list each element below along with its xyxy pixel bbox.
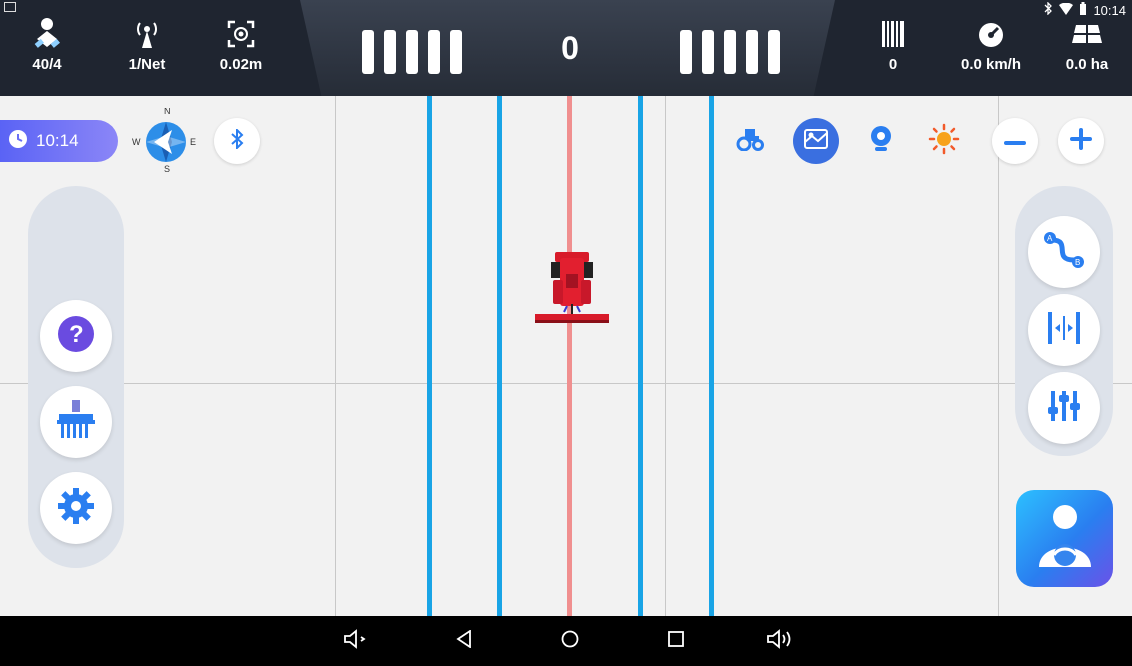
volume-up-button[interactable] bbox=[760, 626, 800, 656]
offset-value: 0 bbox=[561, 30, 579, 66]
network-status: 1/Net bbox=[128, 56, 166, 73]
brightness-button[interactable] bbox=[923, 120, 965, 162]
barcode-icon bbox=[858, 14, 928, 54]
compass-e: E bbox=[190, 137, 196, 147]
right-deviation-bars bbox=[680, 30, 780, 74]
settings-icon bbox=[57, 487, 95, 530]
implement-icon bbox=[55, 399, 97, 445]
satellite-icon bbox=[12, 14, 82, 54]
guidance-line bbox=[709, 96, 714, 616]
left-deviation-bars bbox=[362, 30, 462, 74]
volume-down-icon bbox=[343, 628, 369, 654]
line-shift-icon bbox=[1046, 311, 1082, 349]
svg-text:?: ? bbox=[69, 321, 84, 348]
bluetooth-button[interactable] bbox=[214, 118, 260, 164]
center-guidance-line bbox=[567, 96, 572, 616]
home-button[interactable] bbox=[550, 626, 590, 656]
webcam-icon bbox=[869, 125, 893, 158]
ab-line-button[interactable]: A B bbox=[1028, 216, 1100, 288]
compass[interactable]: N E S W bbox=[128, 106, 204, 179]
area-stat[interactable]: 0.0 ha bbox=[1052, 14, 1122, 73]
guidance-line bbox=[638, 96, 643, 616]
grid-line bbox=[0, 383, 1132, 384]
minus-icon bbox=[1004, 132, 1026, 150]
satellite-count: 40/4 bbox=[32, 56, 62, 73]
area-value: 0.0 ha bbox=[1065, 56, 1109, 73]
satellite-stat[interactable]: 40/4 bbox=[12, 14, 82, 73]
field-area-icon bbox=[1052, 14, 1122, 54]
line-shift-button[interactable] bbox=[1028, 294, 1100, 366]
guidance-map[interactable]: 10:14 N E S W ? A B bbox=[0, 96, 1132, 616]
map-icon bbox=[803, 128, 829, 155]
volume-down-button[interactable] bbox=[336, 626, 376, 656]
back-icon bbox=[456, 628, 472, 653]
svg-text:A: A bbox=[1047, 234, 1053, 243]
camera-button[interactable] bbox=[860, 120, 902, 162]
top-status-bar: 10:14 40/4 1/Net 0.02m 0 0 0.0 km/h 0.0 … bbox=[0, 0, 1132, 96]
adjust-button[interactable] bbox=[1028, 372, 1100, 444]
plus-icon bbox=[1070, 127, 1092, 155]
tractor-settings-button[interactable] bbox=[730, 120, 772, 162]
precision-icon bbox=[206, 14, 276, 54]
grid-line bbox=[665, 96, 666, 616]
grid-line bbox=[335, 96, 336, 616]
accuracy-value: 0.02m bbox=[219, 56, 263, 73]
network-stat[interactable]: 1/Net bbox=[112, 14, 182, 73]
back-button[interactable] bbox=[444, 626, 484, 656]
speed-value: 0.0 km/h bbox=[960, 56, 1022, 73]
clock-icon bbox=[8, 129, 28, 154]
speed-stat[interactable]: 0.0 km/h bbox=[952, 14, 1030, 73]
accuracy-stat[interactable]: 0.02m bbox=[206, 14, 276, 73]
help-button[interactable]: ? bbox=[40, 300, 112, 372]
sun-icon bbox=[928, 123, 960, 160]
implement-button[interactable] bbox=[40, 386, 112, 458]
guidance-line bbox=[497, 96, 502, 616]
tractor-marker bbox=[533, 248, 611, 337]
compass-w: W bbox=[132, 137, 141, 147]
map-view-button[interactable] bbox=[793, 118, 839, 164]
android-nav-bar bbox=[0, 616, 1132, 666]
svg-text:B: B bbox=[1075, 258, 1080, 267]
speedometer-icon bbox=[952, 14, 1030, 54]
recent-apps-icon bbox=[668, 630, 684, 652]
recent-apps-button[interactable] bbox=[656, 626, 696, 656]
compass-n: N bbox=[164, 108, 171, 116]
grid-line bbox=[998, 96, 999, 616]
volume-up-icon bbox=[766, 628, 794, 654]
tractor-icon bbox=[736, 127, 766, 156]
screenshot-icon bbox=[4, 2, 16, 12]
adjust-icon bbox=[1047, 389, 1081, 428]
bluetooth-icon bbox=[230, 127, 244, 154]
home-icon bbox=[561, 630, 579, 653]
antenna-icon bbox=[112, 14, 182, 54]
line-count-stat[interactable]: 0 bbox=[858, 14, 928, 73]
compass-s: S bbox=[164, 164, 170, 174]
zoom-in-button[interactable] bbox=[1058, 118, 1104, 164]
clock-time: 10:14 bbox=[36, 131, 79, 150]
zoom-out-button[interactable] bbox=[992, 118, 1038, 164]
clock-pill[interactable]: 10:14 bbox=[0, 120, 118, 162]
guidance-line bbox=[427, 96, 432, 616]
auto-steer-button[interactable] bbox=[1016, 490, 1113, 587]
help-icon: ? bbox=[56, 314, 96, 359]
driver-icon bbox=[1035, 503, 1095, 574]
ab-line-icon: A B bbox=[1042, 230, 1086, 275]
settings-button[interactable] bbox=[40, 472, 112, 544]
line-count: 0 bbox=[888, 56, 898, 73]
